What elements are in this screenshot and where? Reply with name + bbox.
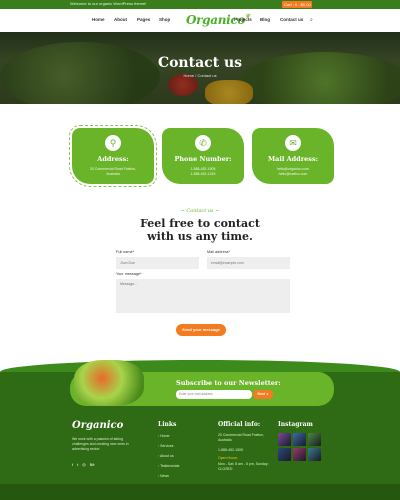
footer-link-testimonials[interactable]: Testimonials: [158, 464, 179, 468]
cart-button[interactable]: Cart : 0 - $0.00: [282, 1, 312, 8]
contact-heading: Feel free to contact with us any time.: [140, 217, 260, 243]
address-card: ⚲ Address: 20 Commercial Road Fratton, A…: [69, 125, 157, 187]
nav-about[interactable]: About: [114, 17, 127, 22]
card-line: 1-888-452-1245: [190, 172, 216, 176]
nav-blog[interactable]: Blog: [260, 17, 270, 22]
message-field[interactable]: Message...: [116, 279, 290, 313]
instagram-thumbnail[interactable]: [293, 433, 306, 446]
footer-link-about[interactable]: About us: [158, 454, 174, 458]
phone-icon: ✆: [195, 135, 211, 151]
newsletter-send-button[interactable]: Send ➜: [253, 390, 273, 399]
twitter-icon[interactable]: t: [77, 462, 78, 467]
instagram-thumbnail[interactable]: [278, 448, 291, 461]
footer-address: 20 Commercial Road Fratton, Australia: [218, 433, 264, 442]
contact-subtitle: ~ Contact us ~: [180, 208, 220, 214]
footer-link-services[interactable]: Services: [158, 444, 173, 448]
footer-logo[interactable]: Organico: [72, 420, 123, 431]
vegetable-basket-image: [74, 360, 144, 406]
card-line: 1-888-452-1505: [190, 167, 216, 171]
card-line: Australia: [106, 172, 120, 176]
newsletter-title: Subscribe to our Newsletter:: [176, 379, 281, 387]
instagram-thumbnail[interactable]: [308, 448, 321, 461]
footer-link-home[interactable]: Home: [158, 434, 169, 438]
page-title: Contact us: [157, 55, 243, 71]
links-title: Links: [158, 421, 177, 428]
footer-description: We work with a passion of taking challen…: [72, 437, 129, 451]
newsletter-email-input[interactable]: Enter your mail address: [176, 390, 252, 399]
name-label: Full name*: [116, 250, 135, 254]
welcome-text: Welcome to our organic WordPress theme!: [70, 1, 147, 6]
card-line: 20 Commercial Road Fratton,: [90, 167, 136, 171]
instagram-thumbnail[interactable]: [293, 448, 306, 461]
top-bar: Welcome to our organic WordPress theme!: [0, 0, 400, 9]
email-field[interactable]: email@example.com: [207, 257, 290, 269]
instagram-thumbnail[interactable]: [278, 433, 291, 446]
search-icon[interactable]: ⌕: [310, 17, 313, 23]
info-title: Official info:: [218, 421, 261, 428]
mail-icon: ✉: [285, 135, 301, 151]
phone-card: ✆ Phone Number: 1-888-452-1505 1-888-452…: [162, 128, 244, 184]
breadcrumb[interactable]: Home / Contact us: [0, 73, 400, 78]
footer-link-news[interactable]: News: [158, 474, 169, 478]
facebook-icon[interactable]: f: [72, 462, 73, 467]
card-line: hello@organico.com: [277, 167, 309, 171]
nav-home[interactable]: Home: [92, 17, 105, 22]
nav-projects[interactable]: Projects: [234, 17, 252, 22]
nav-pages[interactable]: Pages: [137, 17, 150, 22]
open-hours-label: Open Hours:: [218, 456, 238, 460]
instagram-icon[interactable]: ◎: [82, 462, 86, 467]
card-title: Phone Number:: [174, 155, 232, 163]
nav-shop[interactable]: Shop: [159, 17, 170, 22]
open-hours: Mon - Sat: 8 am - 5 pm, Sunday: CLOSED: [218, 462, 269, 471]
instagram-thumbnail[interactable]: [308, 433, 321, 446]
card-line: hello@mailco.com: [278, 172, 308, 176]
hero-banner: Contact us Home / Contact us: [0, 32, 400, 104]
email-label: Mail address*: [207, 250, 231, 254]
card-title: Address:: [97, 155, 129, 163]
behance-icon[interactable]: Bē: [90, 462, 95, 467]
footer-bottom-bar: [0, 484, 400, 500]
instagram-title: Instagram: [278, 421, 313, 428]
message-label: Your message*: [116, 272, 142, 276]
nav-contact[interactable]: Contact us: [280, 17, 303, 22]
location-icon: ⚲: [105, 135, 121, 151]
card-title: Mail Address:: [267, 155, 319, 163]
main-nav: Home About Pages Shop Organico❦ Projects…: [0, 9, 400, 32]
send-message-button[interactable]: Send your message: [176, 324, 226, 336]
mail-card: ✉ Mail Address: hello@organico.com hello…: [252, 128, 334, 184]
social-links: f t ◎ Bē: [72, 462, 95, 467]
name-field[interactable]: Jhon Doe: [116, 257, 199, 269]
footer-phone[interactable]: 1-888-452-1505: [218, 448, 278, 453]
